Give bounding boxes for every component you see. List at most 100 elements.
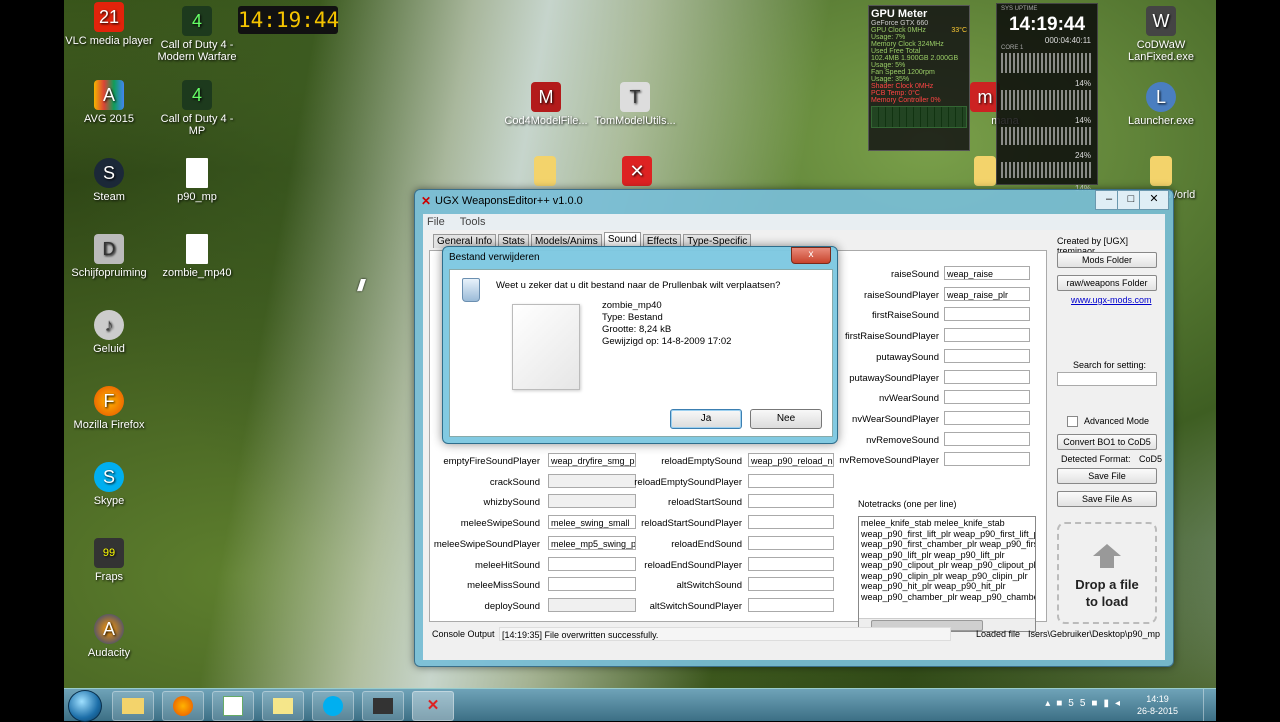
tray-nvidia-icon[interactable]: ■	[1091, 698, 1103, 709]
desktop-icon-label: Mozilla Firefox	[73, 419, 145, 431]
desktop-icon-label: Call of Duty 4 - MP	[160, 113, 234, 137]
desktop-icon-label: Schijfopruiming	[71, 267, 147, 279]
notetrack-line: weap_p90_chamber_plr weap_p90_chamber_	[861, 591, 1036, 602]
drop-file-zone[interactable]: Drop a file to load	[1057, 522, 1157, 624]
taskbar-explorer-button[interactable]	[112, 691, 154, 721]
search-setting-label: Search for setting:	[1073, 360, 1147, 370]
desktop-icon-cod4modelfile[interactable]: M Cod4ModelFile...	[501, 82, 591, 127]
desktop-icon-zombie-mp40[interactable]: zombie_mp40	[152, 234, 242, 279]
field-input[interactable]	[944, 410, 1030, 425]
start-button[interactable]	[68, 690, 102, 722]
menu-file[interactable]: File	[427, 214, 445, 230]
tray-volume-icon[interactable]: ◂	[1115, 698, 1126, 709]
field-label-text: reloadStartSoundPlayer	[641, 518, 742, 530]
core-pct: 24%	[1074, 151, 1091, 160]
advanced-mode-toggle[interactable]: Advanced Mode	[1067, 416, 1149, 428]
taskbar-fraps-button[interactable]	[362, 691, 404, 721]
file-info: zombie_mp40 Type: Bestand Grootte: 8,24 …	[602, 300, 731, 348]
desktop-icon-cod4[interactable]: 4 Call of Duty 4 - Modern Warfare	[152, 6, 242, 63]
desktop-icon-vlc[interactable]: 21 VLC media player	[64, 2, 154, 47]
notetracks-textarea[interactable]: melee_knife_stab melee_knife_stab weap_p…	[858, 516, 1036, 632]
ugx-mods-link[interactable]: www.ugx-mods.com	[1071, 295, 1152, 305]
field-label: altSwitchSound	[430, 578, 742, 592]
field-input[interactable]	[748, 535, 834, 550]
taskbar-skype-button[interactable]	[312, 691, 354, 721]
desktop-icon-label: Geluid	[93, 343, 125, 355]
yes-button[interactable]: Ja	[670, 409, 742, 429]
field-input[interactable]	[944, 307, 1030, 322]
field-input[interactable]	[944, 452, 1030, 467]
app-icon: ✕	[421, 194, 432, 208]
field-input[interactable]	[748, 494, 834, 509]
advanced-mode-checkbox[interactable]	[1067, 416, 1078, 428]
desktop-icon-p90-mp[interactable]: p90_mp	[152, 158, 242, 203]
desktop-icon-skype[interactable]: S Skype	[64, 462, 154, 507]
mods-folder-button[interactable]: Mods Folder	[1057, 252, 1157, 268]
detected-format-value: CoD5	[1139, 454, 1163, 464]
tray-arrow-icon[interactable]: ▴	[1045, 698, 1056, 709]
dialog-close-button[interactable]: x	[791, 247, 831, 264]
no-button[interactable]: Nee	[750, 409, 822, 429]
field-label-text: putawaySound	[876, 351, 939, 363]
desktop-icon-steam[interactable]: S Steam	[64, 158, 154, 203]
field-input[interactable]	[944, 431, 1030, 446]
field-input[interactable]	[944, 328, 1030, 343]
field-input[interactable]	[748, 577, 834, 592]
desktop-icon-firefox[interactable]: F Mozilla Firefox	[64, 386, 154, 431]
field-label: nvRemoveSoundPlayer	[430, 453, 939, 467]
taskbar-clock[interactable]: 14:19 26-8-2015	[1137, 693, 1178, 717]
field-input[interactable]	[944, 390, 1030, 405]
dialog-title: Bestand verwijderen	[449, 252, 540, 263]
file-preview-icon	[512, 304, 580, 390]
save-file-as-button[interactable]: Save File As	[1057, 491, 1157, 507]
menu-tools[interactable]: Tools	[460, 214, 486, 230]
show-desktop-button[interactable]	[1203, 689, 1216, 721]
field-input[interactable]	[944, 348, 1030, 363]
desktop-icon-codwaw[interactable]: W CoDWaW LanFixed.exe	[1116, 6, 1206, 63]
taskbar-weapons-editor-button[interactable]: ✕	[412, 691, 454, 721]
console-output-field: [14:19:35] File overwritten successfully…	[499, 627, 951, 641]
desktop-icon-label: Steam	[93, 191, 125, 203]
desktop-icon-avg[interactable]: A AVG 2015	[64, 80, 154, 125]
field-label-text: raiseSoundPlayer	[864, 289, 939, 301]
field-input[interactable]	[748, 473, 834, 488]
field-input[interactable]: weap_raise_plr	[944, 286, 1030, 301]
desktop-icon-audacity[interactable]: A Audacity	[64, 614, 154, 659]
field-input[interactable]	[748, 515, 834, 530]
desktop-icon-fraps[interactable]: 99 Fraps	[64, 538, 154, 583]
close-button[interactable]: ✕	[1139, 190, 1169, 210]
field-input[interactable]	[944, 369, 1030, 384]
search-setting-input[interactable]	[1057, 372, 1157, 386]
taskbar-firefox-button[interactable]	[162, 691, 204, 721]
system-tray: ▴■55■▮◂	[1045, 698, 1126, 709]
convert-bo1-button[interactable]: Convert BO1 to CoD5	[1057, 434, 1157, 450]
desktop-icon-launcher[interactable]: L Launcher.exe	[1116, 82, 1206, 127]
drop-text-line: to load	[1085, 594, 1129, 609]
file-icon	[186, 234, 208, 264]
folder-icon	[974, 156, 996, 186]
field-label-text: putawaySoundPlayer	[849, 372, 939, 384]
desktop-icon-label: Launcher.exe	[1127, 115, 1195, 127]
desktop-icon-tommodelutils[interactable]: T TomModelUtils...	[590, 82, 680, 127]
field-input[interactable]	[748, 597, 834, 612]
field-input[interactable]: weap_raise	[944, 266, 1030, 280]
skype-icon	[323, 696, 343, 717]
desktop-icon-cod4-mp[interactable]: 4 Call of Duty 4 - MP	[152, 80, 242, 137]
tray-network-icon[interactable]: ▮	[1103, 698, 1115, 709]
firefox-icon	[173, 696, 193, 717]
notetrack-line: weap_p90_first_chamber_plr weap_p90_firs…	[861, 539, 1036, 549]
desktop-icon-schijfopruiming[interactable]: D Schijfopruiming	[64, 234, 154, 279]
notetrack-line: weap_p90_clipout_plr weap_p90_clipout_pl…	[861, 560, 1036, 570]
desktop-icon-geluid[interactable]: ♪ Geluid	[64, 310, 154, 355]
field-label-text: firstRaiseSoundPlayer	[845, 331, 939, 343]
gpu-line: GPU Clock 0MHz 33°C	[871, 27, 967, 34]
field-input[interactable]	[748, 556, 834, 571]
tools-icon: ✕	[426, 697, 440, 714]
desktop-icon-tools[interactable]: ✕	[592, 156, 682, 189]
taskbar-notes-button[interactable]	[262, 691, 304, 721]
raw-weapons-folder-button[interactable]: raw/weapons Folder	[1057, 275, 1157, 291]
tray-app-icon[interactable]: ■	[1056, 698, 1068, 709]
save-file-button[interactable]: Save File	[1057, 468, 1157, 484]
desktop-icon-folder[interactable]	[500, 156, 590, 189]
taskbar-chart-app-button[interactable]	[212, 691, 254, 721]
